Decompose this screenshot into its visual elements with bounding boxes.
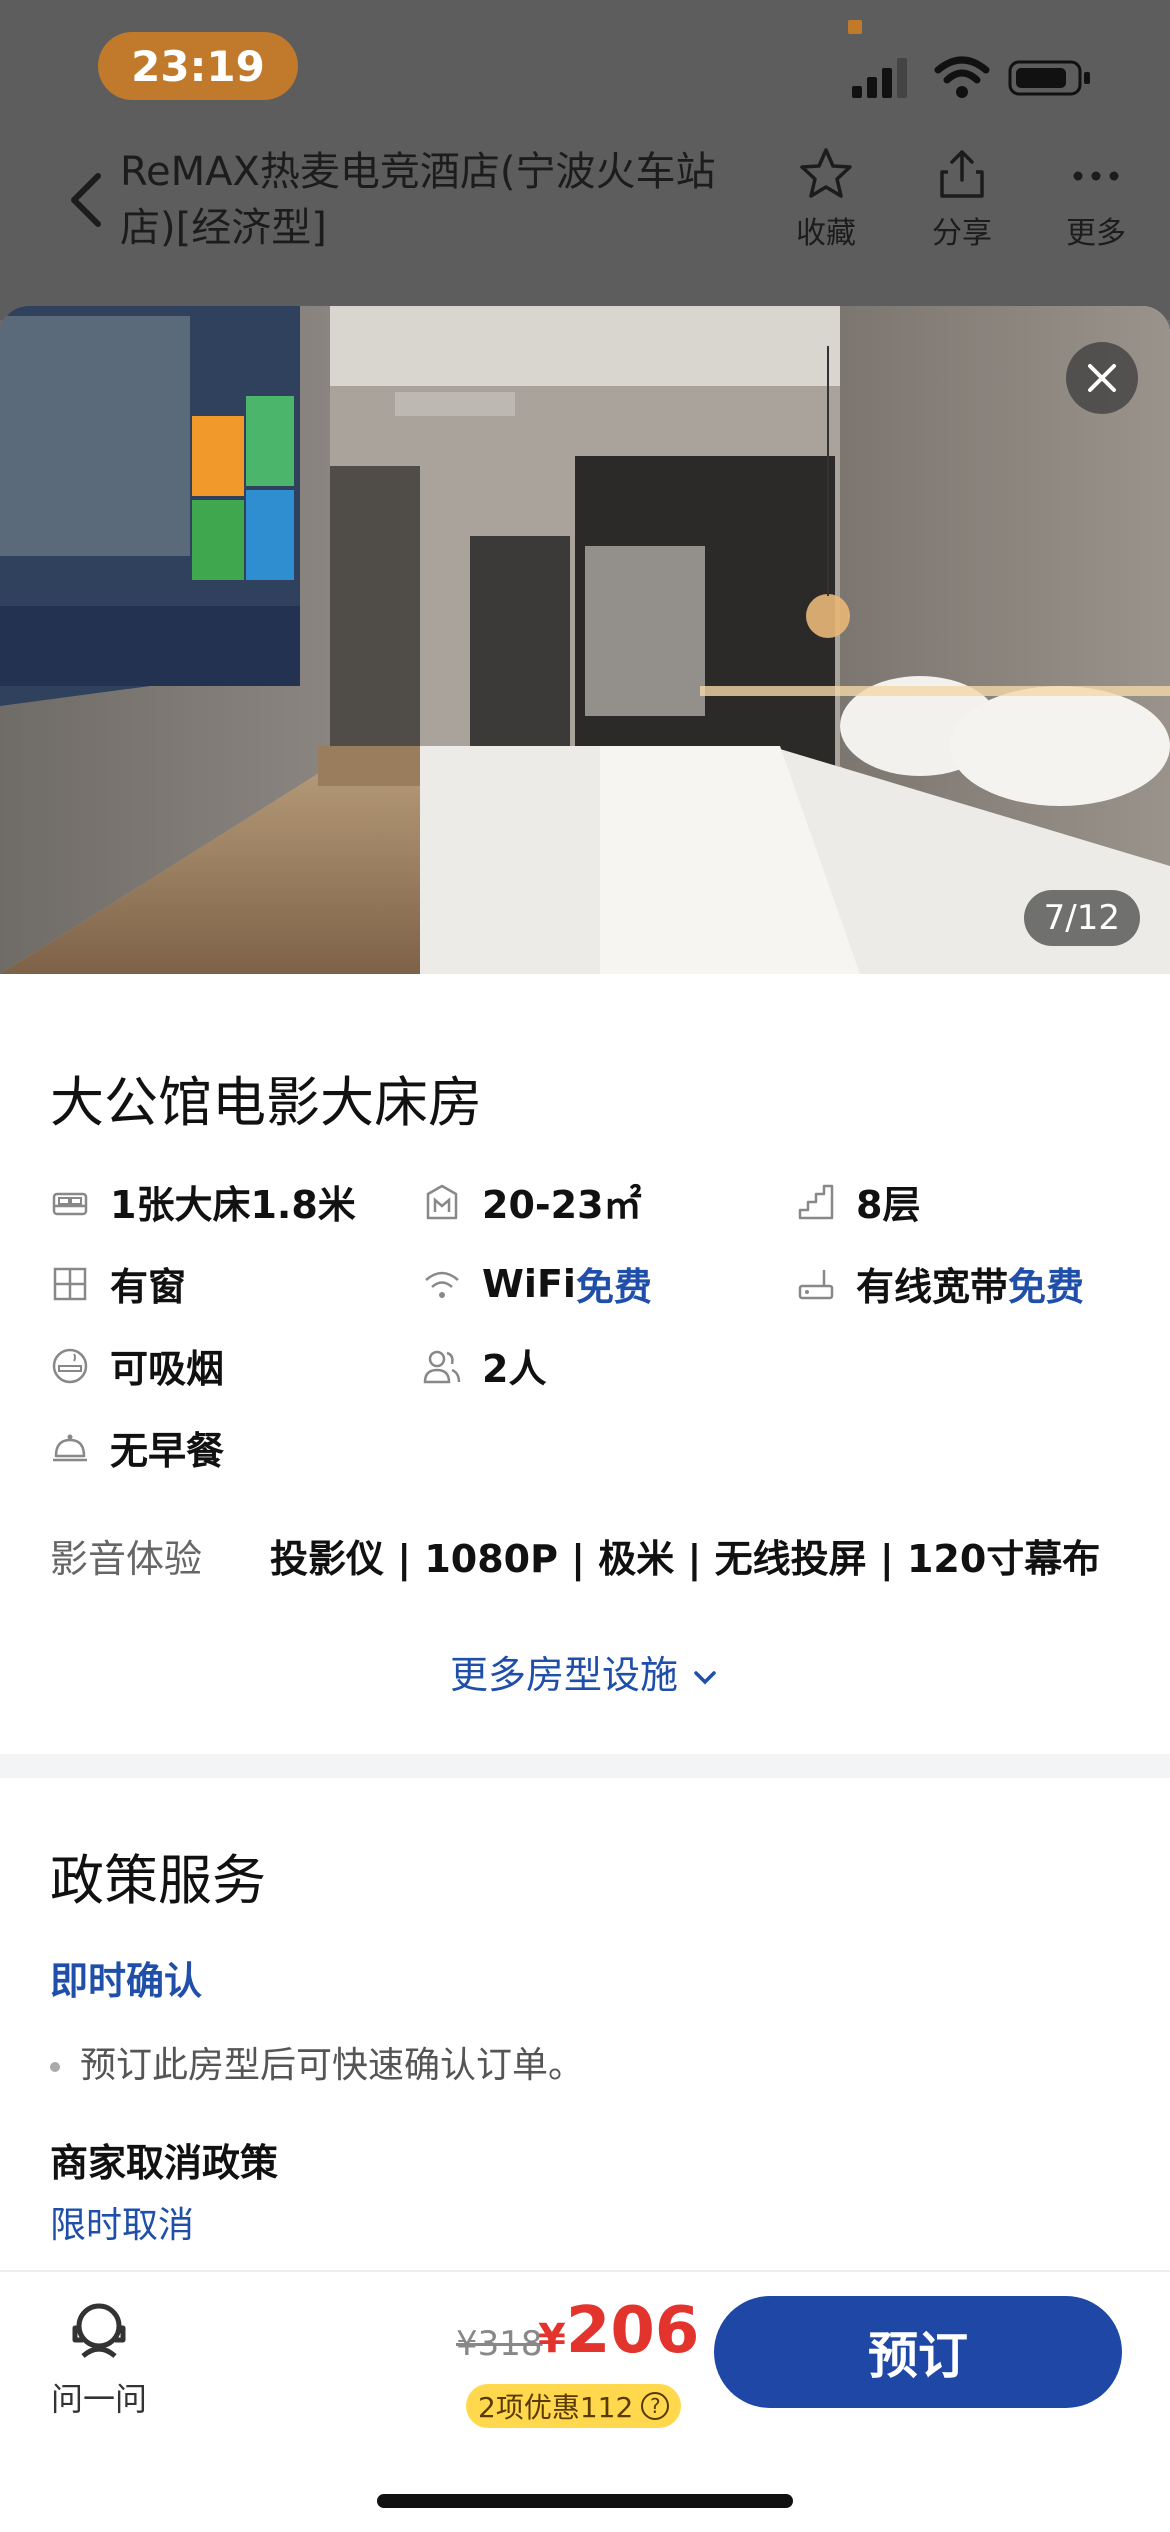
book-button[interactable]: 预订	[714, 2296, 1122, 2408]
facility-window-text: 有窗	[110, 1265, 187, 1309]
area-icon	[426, 1184, 458, 1219]
facility-smoking: 可吸烟	[50, 1338, 224, 1393]
more-facilities-link[interactable]: 更多房型设施	[0, 1644, 1170, 1699]
bullet-dot	[50, 2062, 60, 2072]
facility-wifi-free: 免费	[575, 1265, 652, 1309]
discount-text: 2项优惠112	[478, 2391, 634, 2424]
photo-counter: 7/12	[1023, 890, 1140, 946]
instant-confirm-text-content: 预订此房型后可快速确认订单。	[80, 2045, 585, 2086]
facility-wifi-text: WiFi	[482, 1261, 576, 1306]
chevron-down-icon	[694, 1670, 716, 1684]
facility-breakfast: 无早餐	[50, 1420, 224, 1475]
discount-badge[interactable]: 2项优惠112?	[466, 2384, 682, 2428]
facility-guests: 2人	[422, 1338, 546, 1393]
bottom-booking-bar: 问一问 ¥318 ¥206 2项优惠112? 预订	[0, 2270, 1170, 2532]
breakfast-icon	[53, 1434, 87, 1461]
wifi-status-icon	[934, 56, 990, 98]
battery-icon	[1008, 60, 1090, 96]
floor-icon	[798, 1184, 834, 1219]
facility-smoking-text: 可吸烟	[110, 1347, 225, 1391]
facility-area: 20-23㎡	[422, 1174, 642, 1229]
smoking-icon	[52, 1348, 88, 1383]
facility-window: 有窗	[50, 1256, 186, 1311]
favorite-label: 收藏	[796, 216, 856, 251]
instant-confirm-title: 即时确认	[50, 1959, 203, 2003]
signal-icon	[852, 58, 907, 98]
policy-title: 政策服务	[50, 1849, 266, 1912]
original-price: ¥318	[456, 2324, 543, 2364]
av-experience-value: 投影仪 | 1080P | 极米 | 无线投屏 | 120寸幕布	[270, 1537, 1101, 1581]
broadband-icon	[798, 1269, 834, 1299]
top-nav: ReMAX热麦电竞酒店(宁波火车站店)[经济型] 收藏 分享 更多	[0, 130, 1170, 270]
facility-bed-text: 1张大床1.8米	[110, 1183, 356, 1227]
share-button[interactable]: 分享	[912, 146, 1012, 252]
share-label: 分享	[932, 216, 992, 251]
wifi-icon	[425, 1271, 459, 1298]
section-divider	[0, 1754, 1170, 1778]
facility-bed: 1张大床1.8米	[50, 1174, 356, 1229]
price-value: 206	[565, 2294, 700, 2368]
facility-area-text: 20-23㎡	[482, 1183, 642, 1227]
cancel-policy-subtitle: 限时取消	[50, 2205, 195, 2246]
facility-broadband: 有线宽带 免费	[796, 1256, 1084, 1311]
room-photo[interactable]: 7/12	[0, 306, 1170, 974]
cancel-policy-title: 商家取消政策	[50, 2141, 279, 2185]
close-button[interactable]	[1066, 342, 1138, 414]
room-detail-sheet: 7/12 大公馆电影大床房 1张大床1.8米 20-23㎡ 8层 有窗 WiFi…	[0, 306, 1170, 2532]
star-icon	[800, 148, 852, 198]
recording-dot-icon	[848, 20, 862, 34]
facility-wifi: WiFi 免费	[422, 1256, 652, 1311]
window-icon	[53, 1267, 87, 1300]
instant-confirm-text: 预订此房型后可快速确认订单。	[50, 2036, 584, 2088]
current-price: ¥206	[538, 2294, 699, 2368]
guests-icon	[423, 1350, 461, 1383]
room-photo-image	[0, 306, 1170, 974]
facility-floor-text: 8层	[856, 1183, 921, 1227]
facility-floor: 8层	[796, 1174, 920, 1229]
close-icon	[1088, 364, 1116, 392]
room-name: 大公馆电影大床房	[50, 1071, 482, 1134]
home-indicator	[377, 2494, 793, 2508]
share-icon	[940, 150, 984, 198]
price-currency: ¥	[538, 2316, 566, 2362]
status-bar: 23:19	[0, 0, 1170, 130]
customer-service-icon	[72, 2303, 126, 2358]
facility-guests-text: 2人	[482, 1347, 547, 1391]
status-time: 23:19	[98, 32, 298, 100]
favorite-button[interactable]: 收藏	[776, 146, 876, 252]
facility-broadband-free: 免费	[1008, 1265, 1085, 1309]
more-label: 更多	[1066, 216, 1126, 251]
bed-icon	[52, 1192, 88, 1215]
ask-label: 问一问	[50, 2380, 147, 2418]
facility-broadband-text: 有线宽带	[856, 1265, 1009, 1309]
av-experience-label: 影音体验	[50, 1537, 203, 1581]
more-icon	[1073, 171, 1119, 181]
hotel-title: ReMAX热麦电竞酒店(宁波火车站店)[经济型]	[120, 149, 716, 251]
more-button[interactable]: 更多	[1046, 146, 1146, 252]
back-icon[interactable]	[66, 170, 106, 230]
more-facilities-label: 更多房型设施	[449, 1653, 678, 1697]
help-icon: ?	[641, 2392, 670, 2420]
ask-button[interactable]: 问一问	[44, 2294, 154, 2420]
facility-breakfast-text: 无早餐	[110, 1429, 225, 1473]
